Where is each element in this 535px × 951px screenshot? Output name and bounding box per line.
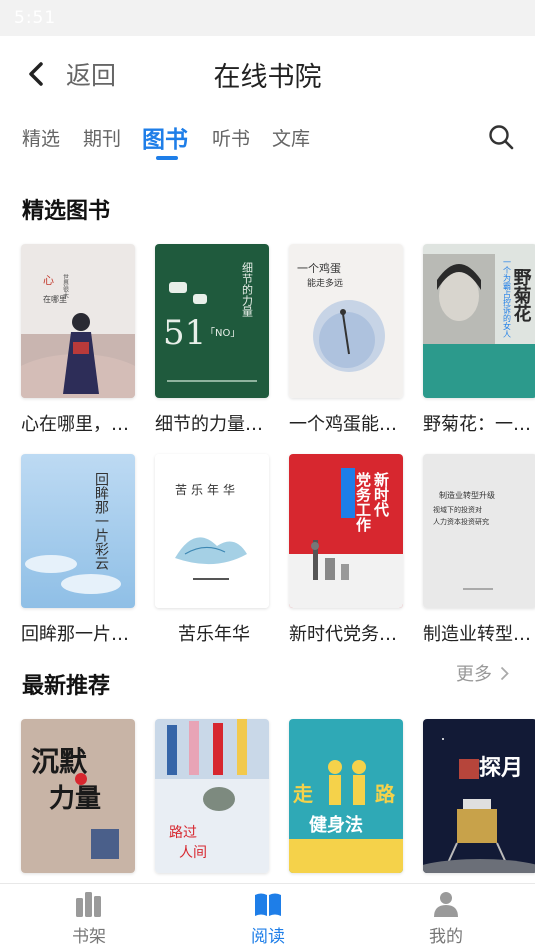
nav-item-mine[interactable]: 我的 [406,890,486,947]
book-card[interactable]: 探月 [423,719,535,873]
book-title: 制造业转型… [423,624,531,645]
book-cover: 探月 [423,719,535,873]
book-title: 细节的力量… [155,414,263,435]
book-title: 回眸那一片… [21,624,129,645]
svg-text:走: 走 [293,782,313,806]
nav-item-bookshelf[interactable]: 书架 [49,890,129,947]
book-card[interactable]: 回眸那一片彩云 回眸那一片… [21,454,135,646]
book-cover: 野菊花 一个为霸占控诉的女人 [423,244,535,398]
svg-text:细节的力量: 细节的力量 [241,262,254,317]
svg-text:沉默: 沉默 [31,745,88,778]
svg-text:制造业转型升级: 制造业转型升级 [439,490,495,500]
active-tab-indicator [156,156,178,160]
svg-text:健身法: 健身法 [309,814,363,836]
svg-text:人间: 人间 [179,845,207,861]
tab-tingshu[interactable]: 听书 [212,124,250,151]
book-card[interactable]: 野菊花 一个为霸占控诉的女人 野菊花：一… [423,244,535,436]
section-title-latest: 最新推荐 [22,674,111,699]
svg-text:能走多远: 能走多远 [307,277,343,289]
book-card[interactable]: 细节的力量 51 「NO」 细节的力量… [155,244,269,436]
tab-jingxuan[interactable]: 精选 [22,124,60,151]
book-cover: 走 路 健身法 [289,719,403,873]
svg-text:视域下的投资对: 视域下的投资对 [433,505,482,514]
book-cover: 沉默 力量 [21,719,135,873]
book-card[interactable]: 走 路 健身法 [289,719,403,873]
book-title: 苦乐年华 [178,624,250,645]
back-label: 返回 [66,61,117,90]
svg-text:路: 路 [375,782,396,806]
svg-text:心: 心 [43,274,54,287]
more-link[interactable]: 更多 [456,660,509,686]
cover-number-text: 51 [163,313,206,353]
tab-qikan[interactable]: 期刊 [83,124,121,151]
svg-text:力量: 力量 [49,784,101,814]
status-time: 5:51 [14,8,57,28]
book-cover: 一个鸡蛋 能走多远 [289,244,403,398]
back-button[interactable]: 返回 [26,54,116,94]
book-cover: 回眸那一片彩云 [21,454,135,608]
bottom-nav: 书架 阅读 我的 [0,883,535,951]
svg-text:苦乐年华: 苦乐年华 [175,483,239,497]
svg-text:新时代: 新时代 [372,471,390,518]
book-title: 心在哪里，… [21,414,129,435]
book-card[interactable]: 沉默 力量 [21,719,135,873]
open-book-icon [255,893,281,916]
svg-text:路过: 路过 [169,825,197,841]
book-cover: 新时代 党务工作 [289,454,403,608]
tab-tushu[interactable]: 图书 [142,120,188,154]
book-card[interactable]: 一个鸡蛋 能走多远 一个鸡蛋能… [289,244,403,436]
book-cover: 细节的力量 51 「NO」 [155,244,269,398]
nav-item-read[interactable]: 阅读 [228,890,308,947]
section-title-featured: 精选图书 [22,199,111,224]
book-title: 一个鸡蛋能… [289,414,397,435]
book-cover: 心 在哪里 世界很大 [21,244,135,398]
nav-label-mine: 我的 [429,927,463,947]
book-card[interactable]: 新时代 党务工作 新时代党务… [289,454,403,646]
status-bar: 5:51 [0,0,535,36]
chevron-left-icon [29,62,43,86]
svg-text:回眸那一片彩云: 回眸那一片彩云 [93,472,109,570]
svg-text:探月: 探月 [479,755,523,781]
nav-label-bookshelf: 书架 [72,927,106,947]
book-card[interactable]: 心 在哪里 世界很大 心在哪里，… [21,244,135,436]
svg-text:野菊花: 野菊花 [511,268,532,322]
book-cover: 苦乐年华 [155,454,269,608]
svg-text:世界很大: 世界很大 [62,273,69,299]
svg-text:一个鸡蛋: 一个鸡蛋 [297,261,341,275]
cover-badge-text: 「NO」 [205,327,240,339]
header: 返回 在线书院 [0,36,535,110]
book-title: 新时代党务… [289,624,397,645]
user-icon [434,892,458,917]
svg-text:一个为霸占控诉的女人: 一个为霸占控诉的女人 [503,258,512,338]
bookshelf-icon [76,892,101,917]
svg-text:党务工作: 党务工作 [354,471,372,533]
svg-text:人力资本投资研究: 人力资本投资研究 [433,517,489,526]
nav-label-read: 阅读 [251,927,285,947]
book-card[interactable]: 制造业转型升级 视域下的投资对 人力资本投资研究 制造业转型… [423,454,535,646]
more-label: 更多 [456,664,492,685]
book-card[interactable]: 苦乐年华 苦乐年华 [155,454,269,646]
chevron-right-icon [500,666,509,680]
book-title: 野菊花：一… [423,414,531,435]
category-tabs: 精选 期刊 图书 听书 文库 [0,112,535,164]
book-cover: 路过 人间 [155,719,269,873]
search-icon[interactable] [488,124,514,150]
book-cover: 制造业转型升级 视域下的投资对 人力资本投资研究 [423,454,535,608]
book-card[interactable]: 路过 人间 [155,719,269,873]
tab-wenku[interactable]: 文库 [272,124,310,151]
